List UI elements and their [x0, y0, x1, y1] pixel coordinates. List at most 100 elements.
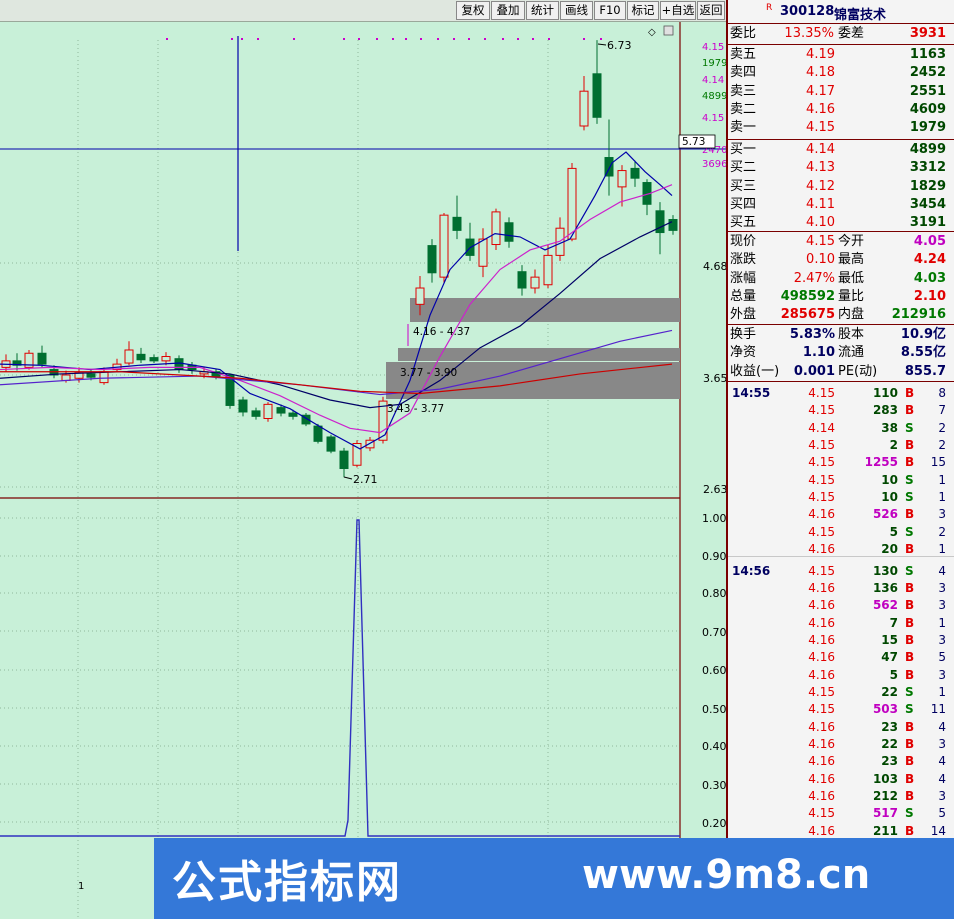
fund-value: 10.9亿 — [900, 327, 946, 342]
candle-40 — [530, 269, 540, 294]
marker-dot — [583, 38, 585, 40]
fund-label: 股本 — [838, 327, 865, 342]
stat-value: 0.10 — [806, 252, 835, 268]
tick-count: 2 — [938, 524, 946, 539]
tick-side: S — [905, 684, 914, 699]
stock-code: 300128 — [780, 4, 835, 19]
ask-row-3: 卖二 4.16 4609 — [728, 101, 954, 119]
toolbar-button-5[interactable]: 标记 — [627, 1, 659, 20]
candle-49 — [642, 179, 652, 216]
right-stack-label: 3696 — [702, 159, 726, 170]
toolbar-button-1[interactable]: 叠加 — [491, 1, 525, 20]
right-stack-label: 4.15 — [702, 42, 724, 53]
bid-volume: 4899 — [909, 142, 946, 157]
low-arrow — [343, 476, 353, 480]
bid-label: 买一 — [730, 142, 757, 157]
stat-row-0: 现价 4.15 今开 4.05 — [728, 233, 954, 251]
tick-row: 14:56 4.15 130 S 4 — [728, 562, 954, 580]
toolbar-button-3[interactable]: 画线 — [560, 1, 593, 20]
tick-price: 4.14 — [808, 420, 835, 435]
ask-price: 4.15 — [806, 120, 835, 136]
tick-volume: 15 — [881, 632, 898, 647]
tick-price: 4.15 — [808, 524, 835, 539]
tick-volume: 22 — [881, 737, 898, 751]
fund-row-1: 净资 1.10 流通 8.55亿 — [728, 344, 954, 362]
tick-volume: 503 — [872, 702, 898, 717]
toolbar-button-6[interactable]: +自选 — [660, 1, 696, 20]
tick-price: 4.15 — [808, 563, 835, 578]
tick-side: B — [905, 580, 915, 595]
candle-43 — [567, 162, 577, 242]
tick-count: 3 — [938, 789, 946, 804]
toolbar-button-7[interactable]: 返回 — [697, 1, 725, 20]
marker-dot — [484, 38, 486, 40]
ask-volume: 1979 — [909, 120, 946, 136]
candle-2 — [24, 349, 34, 370]
tick-count: 5 — [938, 806, 946, 821]
bid-row-3: 买四 4.11 3454 — [728, 196, 954, 214]
tick-row: 4.16 23 B 4 — [728, 718, 954, 736]
stat-value: 4.05 — [913, 234, 946, 249]
tick-volume: 5 — [889, 524, 898, 539]
tick-row: 4.16 23 B 4 — [728, 752, 954, 770]
fund-row-2: 收益(一) 0.001 PE(动) 855.7 — [728, 363, 954, 381]
tick-side: B — [905, 667, 915, 682]
tick-side: B — [905, 719, 915, 734]
tick-price: 4.16 — [808, 667, 835, 682]
marker-dot — [392, 38, 394, 40]
toolbar-button-2[interactable]: 统计 — [526, 1, 559, 20]
tick-count: 4 — [938, 754, 946, 769]
fund-label: 换手 — [730, 327, 757, 342]
high-annotation: 6.73 — [607, 39, 632, 52]
bid-label: 买四 — [730, 196, 757, 212]
candle-34 — [452, 195, 462, 240]
ask-label: 卖二 — [730, 101, 757, 117]
stat-label: 现价 — [730, 234, 757, 249]
candle-12 — [149, 354, 159, 364]
tick-count: 2 — [938, 438, 946, 453]
ask-row-1: 卖四 4.18 2452 — [728, 64, 954, 82]
weibi-value: 13.35% — [784, 26, 834, 41]
marker-dot — [166, 38, 168, 40]
right-stack-label: 1979 — [702, 58, 726, 69]
tick-count: 4 — [938, 771, 946, 786]
tick-price: 4.15 — [808, 684, 835, 699]
tick-count: 3 — [938, 598, 946, 613]
toolbar-button-4[interactable]: F10 — [594, 1, 626, 20]
bid-price: 4.14 — [806, 142, 835, 157]
candle-41 — [543, 244, 553, 289]
marker-dot — [437, 38, 439, 40]
tick-side: S — [905, 420, 914, 435]
stock-flag: R — [766, 3, 773, 13]
tick-price: 4.16 — [808, 737, 835, 751]
candle-21 — [263, 402, 273, 422]
kline-chart[interactable]: 4.683.652.634.1519794.1448994.1524703696… — [0, 22, 726, 919]
bid-row-2: 买三 4.12 1829 — [728, 178, 954, 196]
fund-label: PE(动) — [838, 363, 878, 379]
tick-count: 1 — [938, 615, 946, 630]
candle-29 — [365, 436, 375, 452]
quote-panel: R 300128 锦富技术 委比 13.35% 委差 3931 卖五 4.19 1163 卖四 4.1… — [726, 0, 954, 919]
tick-row: 4.16 5 B 3 — [728, 666, 954, 684]
candle-23 — [288, 409, 298, 420]
fund-label: 净资 — [730, 345, 757, 361]
tick-row: 4.16 7 B 1 — [728, 614, 954, 632]
stat-value: 4.15 — [806, 234, 835, 249]
toolbar-button-0[interactable]: 复权 — [456, 1, 490, 20]
tick-count: 3 — [938, 632, 946, 647]
tick-side: B — [905, 438, 915, 453]
tick-side: B — [905, 771, 915, 786]
stock-header: R 300128 锦富技术 — [728, 0, 954, 24]
bid-price: 4.11 — [806, 196, 835, 212]
zone-1 — [410, 298, 680, 322]
tick-volume: 212 — [872, 789, 898, 804]
panel-separator — [728, 231, 954, 232]
kline-chart-area[interactable]: 复权 叠加 统计 画线 F10 标记 +自选 返回 4.68 3.65 2.63 4.15 1979 4… — [0, 0, 726, 919]
zone-label-3: 3.43 - 3.77 — [387, 403, 444, 415]
bid-volume: 3312 — [909, 160, 946, 176]
tick-volume: 517 — [872, 806, 898, 821]
bid-volume: 1829 — [909, 178, 946, 194]
diamond-icon: ◇ — [648, 27, 656, 38]
ask-price: 4.18 — [806, 65, 835, 81]
tick-row: 4.16 47 B 5 — [728, 648, 954, 666]
